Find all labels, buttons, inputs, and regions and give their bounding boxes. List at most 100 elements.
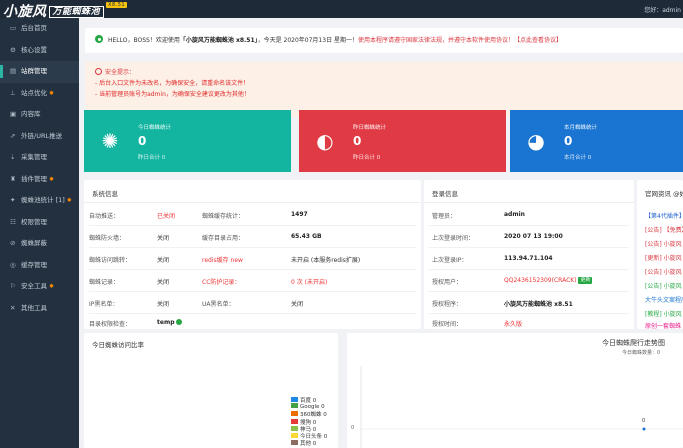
news-item[interactable]: [更新] 小旋风: [645, 253, 682, 262]
sidebar-item-label: 采集管理: [21, 153, 47, 161]
stat-card-yesterday: ◐ 昨日蜘蛛统计 0 昨日合计 0: [299, 110, 506, 172]
sidebar-item-label: 站群管理: [21, 67, 47, 75]
sidebar-item-spider-stats[interactable]: ✦ 蜘蛛池统计 [1] ✸: [0, 190, 79, 212]
sidebar-item-collect[interactable]: ⇣ 采集管理: [0, 147, 79, 169]
product-name: 「小旋风万能蜘蛛池 x8.51」: [179, 37, 258, 44]
logo-version: X8.51: [106, 2, 128, 8]
panel-title: 官网资讯 @好: [645, 190, 683, 198]
info-label: 管理员：: [432, 213, 457, 220]
stat-card-today: ✺ 今日蜘蛛统计 0 昨日合计 0: [84, 110, 291, 172]
sidebar-item-site-optimize[interactable]: ⊥ 站点优化 ✸: [0, 83, 79, 105]
main-content: HELLO，BOSS！欢迎使用「小旋风万能蜘蛛池 x8.51」，今天是 2020…: [79, 18, 683, 448]
sidebar-item-core-settings[interactable]: ⚙ 核心设置: [0, 40, 79, 62]
legend-item[interactable]: Google 0: [291, 403, 325, 410]
security-warning: 安全提示： - 后台入口文件为未改名，为确保安全，请重命名该文件！ - 当前管理…: [85, 62, 683, 117]
info-label: redis缓存 new: [202, 257, 243, 264]
news-item[interactable]: [公告] 小旋风: [645, 267, 682, 276]
info-value: 未开启 (本服务redis扩展): [291, 257, 361, 264]
news-item[interactable]: 原创一套蜘蛛: [645, 321, 681, 329]
sidebar-item-site-group[interactable]: ▤ 站群管理: [0, 61, 79, 83]
spider-icon: ✦: [10, 196, 16, 204]
info-label: 蜘蛛访问跳转：: [89, 257, 132, 264]
news-item[interactable]: 大牛头文案程序: [645, 295, 683, 304]
date-text: ，今天是 2020年07月13日 星期一！: [257, 37, 358, 44]
sidebar-item-link-push[interactable]: ⇗ 外链/URL推送: [0, 126, 79, 148]
info-value: 已关闭: [157, 213, 176, 220]
panel-title: 系统信息: [92, 190, 118, 198]
info-value: 关闭: [157, 257, 170, 264]
sidebar-item-home[interactable]: ▭ 后台首页: [0, 18, 79, 40]
update-button[interactable]: 更新: [578, 277, 593, 284]
sidebar-item-label: 蜘蛛池统计 [1]: [21, 196, 65, 204]
sidebar-item-label: 内容库: [21, 110, 41, 118]
sidebar-item-label: 核心设置: [21, 45, 47, 54]
globe-icon: ◕: [527, 129, 545, 153]
info-value: admin: [504, 211, 525, 218]
news-item[interactable]: 【第4代插件】: [645, 211, 683, 220]
legend-label: Google 0: [300, 404, 325, 411]
panel-title: 今日蜘蛛访问比率: [92, 341, 144, 349]
sidebar-item-security[interactable]: ⚐ 安全工具 ✸: [0, 276, 79, 298]
sidebar-item-permissions[interactable]: ☷ 权限管理: [0, 212, 79, 234]
info-label: IP黑名单：: [89, 301, 119, 308]
sidebar-item-content-library[interactable]: ▣ 内容库: [0, 104, 79, 126]
info-value: 关闭: [157, 235, 170, 242]
y-tick-label: 0: [351, 425, 355, 431]
chart-icon: ⊥: [10, 88, 16, 97]
logo-sub: 万能蜘蛛池: [48, 6, 105, 18]
panel-title: 登录信息: [432, 190, 458, 198]
info-label: 上次登录IP：: [432, 257, 468, 264]
trend-point: [642, 427, 646, 431]
sidebar-item-plugins[interactable]: ♜ 插件管理 ✸: [0, 169, 79, 191]
spider-ratio-panel: 今日蜘蛛访问比率 百度 0 Google 0 360蜘蛛 0 搜狗 0 神马 0 今日头条…: [84, 333, 338, 448]
tools-icon: ✕: [10, 303, 16, 312]
sidebar-item-label: 其他工具: [21, 303, 47, 312]
link-icon: ⇗: [10, 131, 16, 140]
info-label: UA黑名单：: [202, 301, 235, 308]
gear-icon: ⚙: [10, 45, 16, 54]
news-item[interactable]: [教程] 小旋风: [645, 309, 682, 318]
legend-swatch: [291, 440, 298, 446]
stat-title: 昨日蜘蛛统计: [353, 125, 387, 131]
login-info-panel: 登录信息 管理员： admin 上次登录时间： 2020 07 13 19:00…: [424, 180, 634, 329]
info-value: 关闭: [157, 279, 170, 286]
info-value: 0 次 (未开启): [291, 279, 328, 286]
warning-title: 安全提示：: [105, 69, 136, 76]
stat-sub: 本月合计 0: [564, 155, 592, 161]
sidebar: ▭ 后台首页 ⚙ 核心设置 ▤ 站群管理 ⊥ 站点优化 ✸ ▣ 内容库 ⇗ 外链/URL推送 …: [0, 18, 79, 448]
info-label: 授权时间：: [432, 321, 463, 328]
sidebar-item-spider-block[interactable]: ⊘ 蜘蛛屏蔽: [0, 233, 79, 255]
news-item[interactable]: [公告] 【免费】: [645, 225, 683, 234]
stat-title: 本月蜘蛛统计: [564, 125, 598, 131]
half-circle-icon: ◐: [316, 129, 334, 153]
news-item[interactable]: [公告] 小旋风: [645, 239, 682, 248]
top-bar: 小旋风 万能蜘蛛池X8.51 您好：admin: [0, 0, 683, 20]
check-icon: [176, 319, 183, 325]
warning-line: - 当前管理员账号为admin，为确保安全建议更改为其他！: [95, 91, 250, 98]
star-icon: ✸: [49, 175, 55, 183]
info-label: 上次登录时间：: [432, 235, 475, 242]
info-value: 关闭: [291, 301, 304, 308]
info-label: 蜘蛛缓存统计：: [202, 213, 245, 220]
alert-icon: [95, 68, 102, 75]
agreement-notice[interactable]: 使用本程序请遵守国家法律法规，并遵守本软件使用协议！【点此查看协议】: [358, 37, 562, 44]
info-label: 授权用户：: [432, 279, 463, 286]
info-value: 永久版: [504, 321, 523, 328]
download-icon: ⇣: [10, 153, 16, 161]
trend-chart: [360, 366, 683, 448]
shield-icon: ⚐: [10, 282, 16, 290]
sidebar-item-cache[interactable]: ◎ 缓存管理: [0, 255, 79, 277]
stat-value: 0: [353, 134, 362, 148]
legend-item[interactable]: 其他 0: [291, 439, 316, 447]
stat-sub: 昨日合计 0: [138, 155, 166, 161]
news-item[interactable]: [公告] 小旋风: [645, 281, 682, 290]
top-user[interactable]: 您好：admin: [644, 5, 681, 14]
puzzle-icon: ♜: [10, 174, 16, 183]
stat-title: 今日蜘蛛统计: [138, 125, 172, 131]
layers-icon: ▤: [10, 67, 17, 75]
block-icon: ⊘: [10, 239, 16, 247]
info-label: 缓存目录占用：: [202, 235, 245, 242]
info-label: 自动推送：: [89, 213, 120, 220]
sidebar-item-label: 后台首页: [21, 24, 47, 32]
sidebar-item-other-tools[interactable]: ✕ 其他工具: [0, 298, 79, 320]
